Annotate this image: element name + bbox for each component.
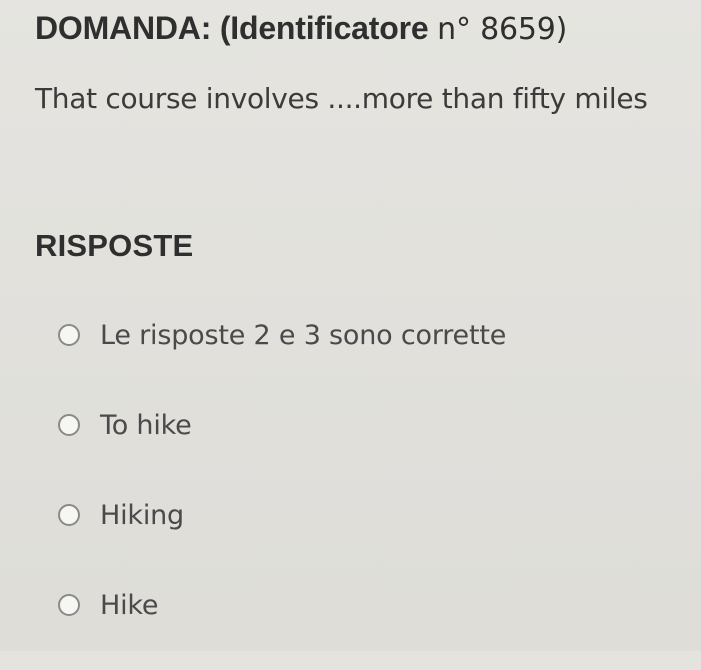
- question-title: DOMANDA: (Identificatore n° 8659): [35, 10, 567, 47]
- question-title-prefix: DOMANDA: (Identificatore: [35, 10, 429, 46]
- question-text: That course involves ....more than fifty…: [35, 82, 648, 115]
- answer-option-2[interactable]: To hike: [58, 400, 506, 450]
- answer-option-4[interactable]: Hike: [58, 580, 506, 630]
- answer-options-list: Le risposte 2 e 3 sono corrette To hike …: [58, 310, 506, 670]
- answer-option-3[interactable]: Hiking: [58, 490, 506, 540]
- radio-unselected-icon[interactable]: [58, 324, 80, 346]
- answer-option-label[interactable]: Hiking: [100, 500, 184, 531]
- radio-unselected-icon[interactable]: [58, 414, 80, 436]
- answer-option-label[interactable]: Hike: [100, 590, 158, 621]
- quiz-page: DOMANDA: (Identificatore n° 8659) That c…: [0, 0, 701, 651]
- question-identifier: n° 8659): [437, 12, 568, 47]
- answer-option-label[interactable]: Le risposte 2 e 3 sono corrette: [100, 320, 506, 351]
- radio-unselected-icon[interactable]: [58, 504, 80, 526]
- radio-unselected-icon[interactable]: [58, 594, 80, 616]
- answer-option-label[interactable]: To hike: [100, 410, 192, 441]
- answer-option-1[interactable]: Le risposte 2 e 3 sono corrette: [58, 310, 506, 360]
- answers-heading: RISPOSTE: [35, 228, 194, 263]
